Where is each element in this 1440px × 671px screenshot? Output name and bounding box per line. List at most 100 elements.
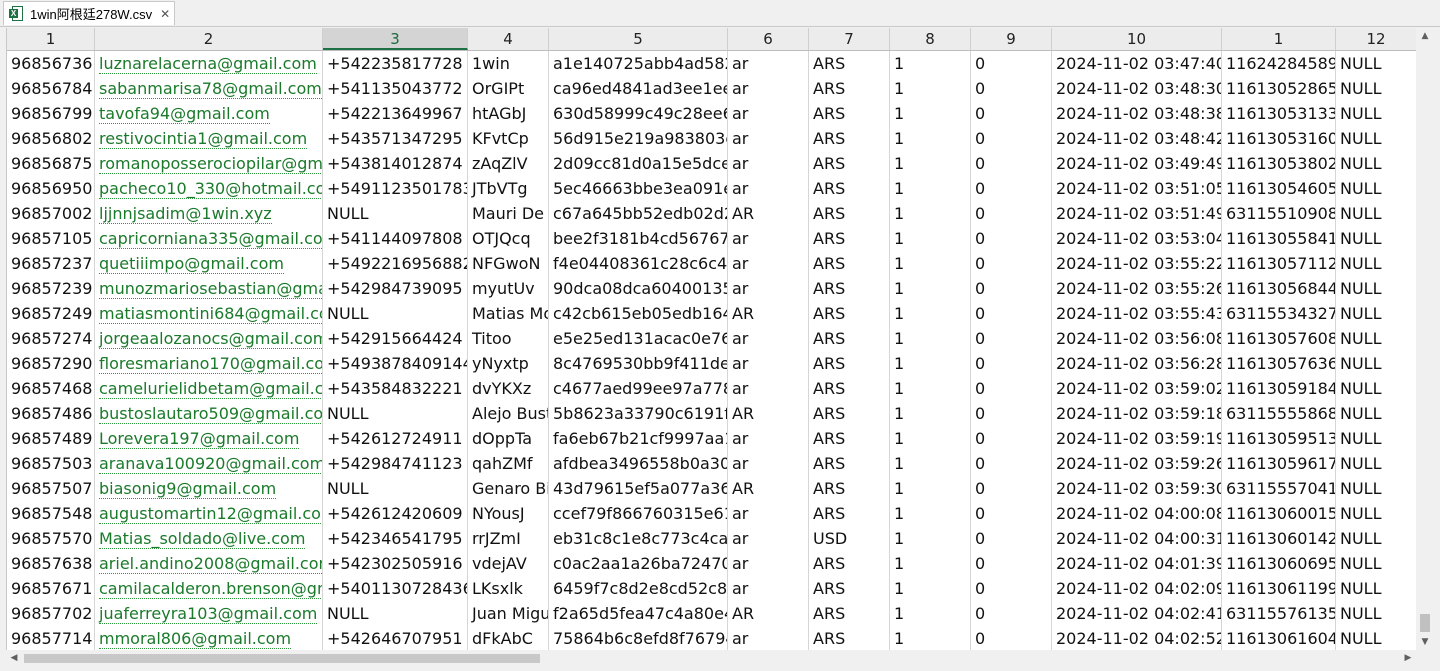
table-cell[interactable]: c67a645bb52edb02d2c bbox=[549, 201, 728, 226]
table-cell[interactable]: 116242845898 bbox=[1222, 51, 1336, 76]
table-cell[interactable]: 2024-11-02 03:59:19 bbox=[1052, 426, 1222, 451]
table-cell[interactable]: NULL bbox=[1336, 151, 1417, 176]
table-cell[interactable]: 1 bbox=[890, 276, 971, 301]
table-cell[interactable]: rrJZmI bbox=[468, 526, 549, 551]
table-cell[interactable]: 0 bbox=[971, 276, 1052, 301]
table-cell[interactable]: ARS bbox=[809, 301, 890, 326]
close-icon[interactable]: ✕ bbox=[160, 7, 170, 21]
table-cell[interactable]: ARS bbox=[809, 376, 890, 401]
table-cell[interactable]: camelurielidbetam@gmail.com bbox=[95, 376, 323, 401]
table-cell[interactable]: 0 bbox=[971, 201, 1052, 226]
column-header[interactable]: 9 bbox=[971, 28, 1052, 50]
table-cell[interactable]: 116130528657 bbox=[1222, 76, 1336, 101]
column-header[interactable]: 6 bbox=[728, 28, 809, 50]
table-cell[interactable]: ar bbox=[728, 276, 809, 301]
table-cell[interactable]: ARS bbox=[809, 76, 890, 101]
table-cell[interactable]: 2024-11-02 03:55:22 bbox=[1052, 251, 1222, 276]
table-cell[interactable]: vdejAV bbox=[468, 551, 549, 576]
table-cell[interactable]: 0 bbox=[971, 551, 1052, 576]
table-cell[interactable]: 631155109089 bbox=[1222, 201, 1336, 226]
table-cell[interactable]: 2024-11-02 04:00:31 bbox=[1052, 526, 1222, 551]
table-cell[interactable]: ARS bbox=[809, 451, 890, 476]
table-cell[interactable]: NULL bbox=[1336, 76, 1417, 101]
table-cell[interactable]: 2024-11-02 03:51:05 bbox=[1052, 176, 1222, 201]
table-cell[interactable]: 96857002 bbox=[7, 201, 95, 226]
table-cell[interactable]: ARS bbox=[809, 226, 890, 251]
table-cell[interactable]: 1 bbox=[890, 226, 971, 251]
email-link[interactable]: camilacalderon.brenson@gmail.com bbox=[99, 579, 322, 599]
table-cell[interactable]: c0ac2aa1a26ba724705 bbox=[549, 551, 728, 576]
scroll-right-icon[interactable]: ▶ bbox=[1400, 650, 1416, 667]
table-cell[interactable]: f4e04408361c28c6c4e1 bbox=[549, 251, 728, 276]
table-cell[interactable]: 1 bbox=[890, 101, 971, 126]
table-cell[interactable]: restivocintia1@gmail.com bbox=[95, 126, 323, 151]
table-cell[interactable]: bee2f3181b4cd567674 bbox=[549, 226, 728, 251]
table-cell[interactable]: NULL bbox=[1336, 626, 1417, 650]
table-cell[interactable]: 631155558687 bbox=[1222, 401, 1336, 426]
table-cell[interactable]: 2024-11-02 04:02:41 bbox=[1052, 601, 1222, 626]
table-cell[interactable]: sabanmarisa78@gmail.com bbox=[95, 76, 323, 101]
table-cell[interactable]: 0 bbox=[971, 126, 1052, 151]
table-cell[interactable]: NULL bbox=[1336, 351, 1417, 376]
table-cell[interactable]: 116130576362 bbox=[1222, 351, 1336, 376]
table-cell[interactable]: 96856799 bbox=[7, 101, 95, 126]
table-cell[interactable]: e5e25ed131acac0e76d bbox=[549, 326, 728, 351]
table-cell[interactable]: 2024-11-02 03:59:18 bbox=[1052, 401, 1222, 426]
table-cell[interactable]: 1 bbox=[890, 351, 971, 376]
table-cell[interactable]: NULL bbox=[1336, 51, 1417, 76]
email-link[interactable]: aranava100920@gmail.com bbox=[99, 454, 322, 474]
table-cell[interactable]: 2024-11-02 04:02:09 bbox=[1052, 576, 1222, 601]
table-cell[interactable]: dFkAbC bbox=[468, 626, 549, 650]
table-cell[interactable]: ARS bbox=[809, 501, 890, 526]
table-cell[interactable]: 2024-11-02 04:01:39 bbox=[1052, 551, 1222, 576]
spreadsheet-grid[interactable]: 1 2 3 4 5 6 7 8 9 10 1 12 96856736 luznarelacerna@gm… bbox=[6, 28, 1417, 650]
table-cell[interactable]: Juan Migu bbox=[468, 601, 549, 626]
table-cell[interactable]: Matias Mo bbox=[468, 301, 549, 326]
table-cell[interactable]: ar bbox=[728, 126, 809, 151]
table-cell[interactable]: NULL bbox=[1336, 526, 1417, 551]
table-cell[interactable]: 116130571121 bbox=[1222, 251, 1336, 276]
table-cell[interactable]: 116130576083 bbox=[1222, 326, 1336, 351]
scroll-left-icon[interactable]: ◀ bbox=[6, 650, 22, 667]
table-cell[interactable]: 2024-11-02 03:56:28 bbox=[1052, 351, 1222, 376]
email-link[interactable]: jorgeaalozanocs@gmail.com bbox=[99, 329, 322, 349]
table-cell[interactable]: ARS bbox=[809, 626, 890, 650]
column-header[interactable]: 2 bbox=[95, 28, 323, 50]
table-cell[interactable]: 96857671 bbox=[7, 576, 95, 601]
table-cell[interactable]: KFvtCp bbox=[468, 126, 549, 151]
table-cell[interactable]: 0 bbox=[971, 176, 1052, 201]
table-cell[interactable]: 0 bbox=[971, 226, 1052, 251]
table-cell[interactable]: NULL bbox=[1336, 576, 1417, 601]
table-cell[interactable]: 96857249 bbox=[7, 301, 95, 326]
table-cell[interactable]: 116130558416 bbox=[1222, 226, 1336, 251]
table-cell[interactable]: 0 bbox=[971, 101, 1052, 126]
email-link[interactable]: biasonig9@gmail.com bbox=[99, 479, 277, 499]
table-cell[interactable]: 116130606959 bbox=[1222, 551, 1336, 576]
table-cell[interactable]: OTJQcq bbox=[468, 226, 549, 251]
table-cell[interactable]: 116130531608 bbox=[1222, 126, 1336, 151]
table-cell[interactable]: quetiiimpo@gmail.com bbox=[95, 251, 323, 276]
table-cell[interactable]: 1 bbox=[890, 401, 971, 426]
table-cell[interactable]: +542915664424 bbox=[323, 326, 468, 351]
table-cell[interactable]: romanoposserociopilar@gmail.com bbox=[95, 151, 323, 176]
table-cell[interactable]: ariel.andino2008@gmail.com bbox=[95, 551, 323, 576]
table-cell[interactable]: 0 bbox=[971, 326, 1052, 351]
table-cell[interactable]: ARS bbox=[809, 401, 890, 426]
table-cell[interactable]: 2024-11-02 03:55:43 bbox=[1052, 301, 1222, 326]
table-cell[interactable]: 2024-11-02 03:48:42 bbox=[1052, 126, 1222, 151]
table-cell[interactable]: NULL bbox=[1336, 226, 1417, 251]
table-cell[interactable]: 96856875 bbox=[7, 151, 95, 176]
table-cell[interactable]: ar bbox=[728, 451, 809, 476]
table-cell[interactable]: JTbVTg bbox=[468, 176, 549, 201]
table-cell[interactable]: 1 bbox=[890, 576, 971, 601]
table-cell[interactable]: ljjnnjsadim@1win.xyz bbox=[95, 201, 323, 226]
table-cell[interactable]: NULL bbox=[1336, 301, 1417, 326]
table-cell[interactable]: ARS bbox=[809, 426, 890, 451]
table-cell[interactable]: 116130596170 bbox=[1222, 451, 1336, 476]
table-cell[interactable]: ARS bbox=[809, 551, 890, 576]
table-cell[interactable]: +541144097808 bbox=[323, 226, 468, 251]
table-cell[interactable]: htAGbJ bbox=[468, 101, 549, 126]
table-cell[interactable]: 631155343278 bbox=[1222, 301, 1336, 326]
table-cell[interactable]: 5b8623a33790c6191fd bbox=[549, 401, 728, 426]
table-cell[interactable]: 96857548 bbox=[7, 501, 95, 526]
